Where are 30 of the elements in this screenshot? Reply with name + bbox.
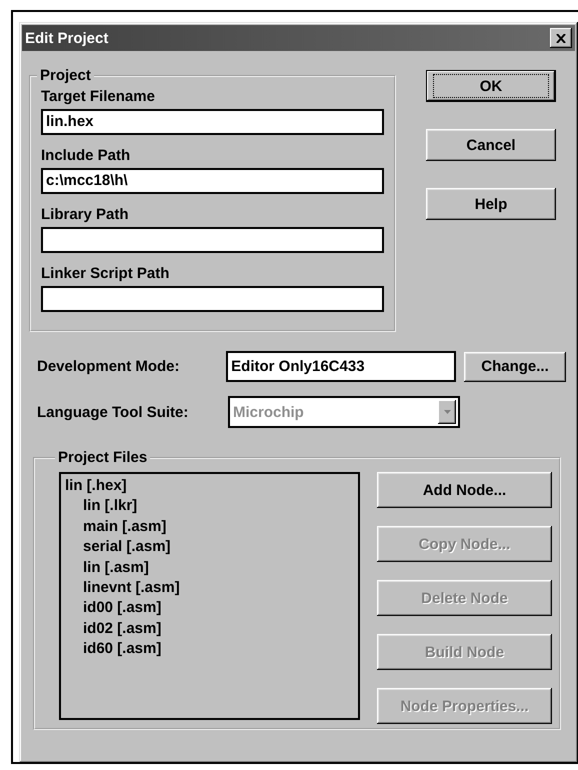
- tree-item[interactable]: id00 [.asm]: [83, 598, 162, 619]
- window-title: Edit Project: [25, 30, 108, 46]
- tree-item[interactable]: id60 [.asm]: [83, 639, 162, 660]
- tree-item[interactable]: lin [.asm]: [83, 558, 149, 578]
- input-field[interactable]: Editor Only16C433: [226, 351, 456, 382]
- tree-item[interactable]: linevnt [.asm]: [83, 578, 180, 598]
- tree-item[interactable]: lin [.lkr]: [83, 496, 138, 517]
- close-button[interactable]: [550, 28, 572, 48]
- tree-item[interactable]: serial [.asm]: [83, 537, 171, 558]
- dialog-button[interactable]: Help: [426, 188, 556, 220]
- field-label: Target Filename: [41, 88, 156, 105]
- field-label: Development Mode:: [37, 358, 181, 375]
- field-label: Language Tool Suite:: [37, 404, 190, 420]
- group-label: Project: [39, 67, 92, 84]
- field-label: Include Path: [41, 147, 132, 164]
- tree-item[interactable]: main [.asm]: [83, 516, 166, 538]
- input-field[interactable]: c:\mcc18\h\: [41, 168, 384, 194]
- dialog-button[interactable]: Cancel: [426, 129, 556, 161]
- dialog-button[interactable]: OK: [426, 70, 556, 102]
- field-label: Linker Script Path: [41, 265, 170, 282]
- tree-item[interactable]: id02 [.asm]: [83, 618, 162, 640]
- group-label: Project Files: [57, 449, 148, 466]
- close-icon: [556, 34, 566, 42]
- tree-item[interactable]: lin [.hex]: [65, 476, 127, 496]
- change-button[interactable]: Change...: [464, 352, 566, 382]
- input-field[interactable]: [41, 286, 384, 312]
- node-button[interactable]: Add Node...: [377, 472, 552, 508]
- input-field[interactable]: lin.hex: [41, 109, 384, 135]
- input-field[interactable]: [41, 227, 384, 253]
- field-label: Library Path: [41, 206, 130, 223]
